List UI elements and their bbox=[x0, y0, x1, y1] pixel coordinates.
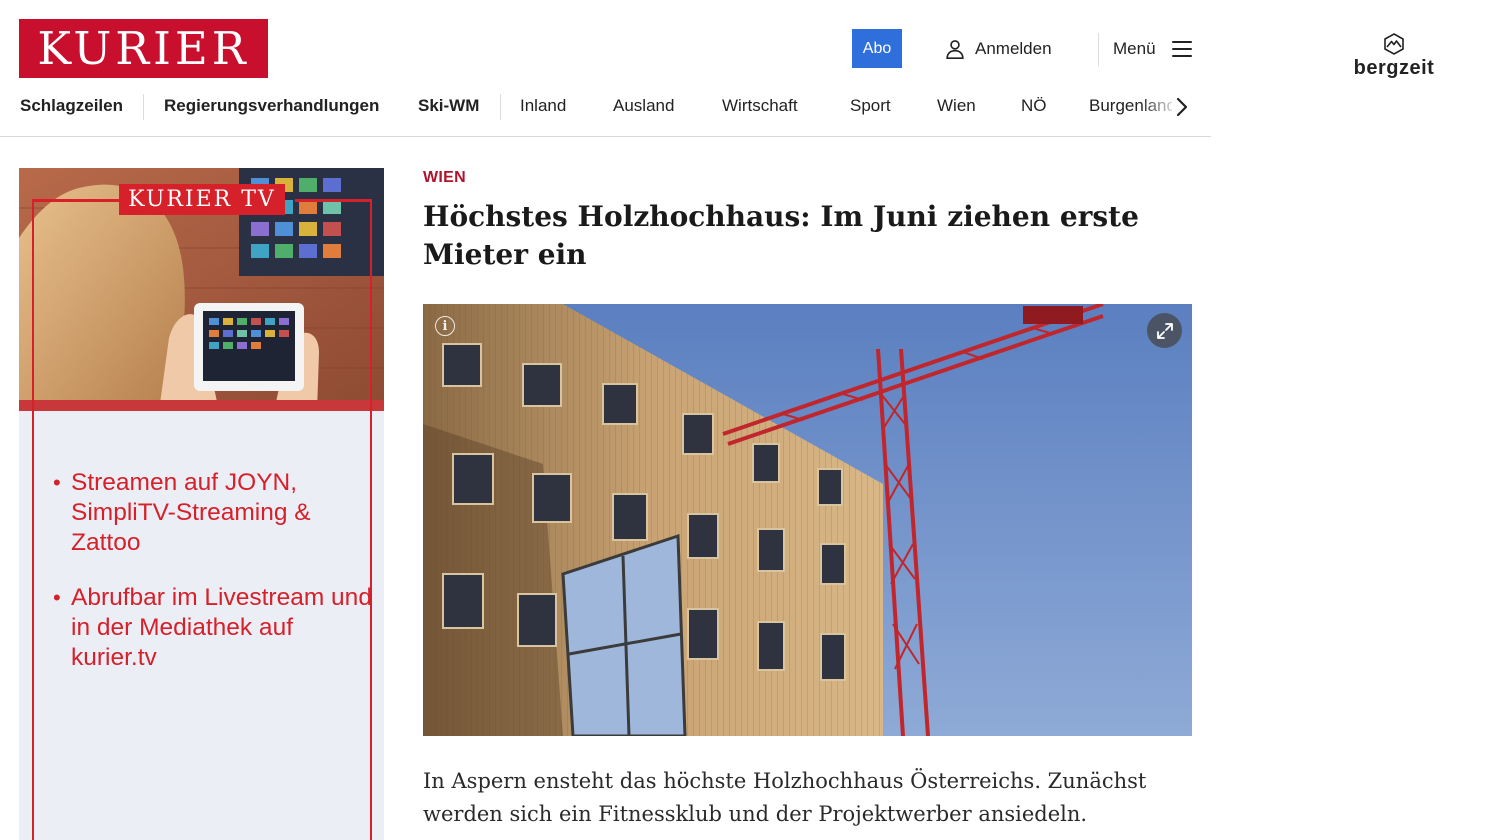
bergzeit-logo[interactable]: bergzeit bbox=[1349, 32, 1439, 80]
ad-frame-top bbox=[295, 199, 372, 202]
nav-item-ausland[interactable]: Ausland bbox=[613, 96, 674, 116]
article-lead: In Aspern ensteht das höchste Holzhochha… bbox=[423, 769, 1147, 826]
bergzeit-name: bergzeit bbox=[1353, 57, 1435, 79]
article-category[interactable]: WIEN bbox=[423, 169, 466, 187]
login-label: Anmelden bbox=[975, 39, 1052, 58]
article-hero-image[interactable]: i bbox=[423, 304, 1192, 736]
ad-bullet-mediathek: Abrufbar im Livestream und in der Mediat… bbox=[53, 583, 373, 673]
article-headline: Höchstes Holzhochhaus: Im Juni ziehen er… bbox=[423, 200, 1139, 271]
nav-item-regierungsverhandlungen[interactable]: Regierungsverhandlungen bbox=[164, 96, 379, 116]
ad-frame-top bbox=[32, 199, 122, 202]
kurier-logo[interactable]: KURIER bbox=[19, 19, 268, 78]
nav-item-sport[interactable]: Sport bbox=[850, 96, 891, 116]
kurier-tv-badge: KURIER TV bbox=[119, 184, 285, 215]
hamburger-icon bbox=[1171, 41, 1192, 57]
nav-item-inland[interactable]: Inland bbox=[520, 96, 566, 116]
login-button[interactable]: Anmelden bbox=[944, 36, 1052, 62]
ad-bullet-list: Streamen auf JOYN, SimpliTV-Streaming & … bbox=[53, 468, 373, 698]
nav-divider bbox=[500, 94, 501, 120]
nav-divider bbox=[143, 94, 144, 120]
nav-item-wien[interactable]: Wien bbox=[937, 96, 976, 116]
site-header: KURIER Abo Anmelden Menü Schlagzeilen Re… bbox=[0, 0, 1211, 137]
nav-item-noe[interactable]: NÖ bbox=[1021, 96, 1047, 116]
chevron-right-icon[interactable] bbox=[1172, 96, 1192, 118]
header-divider bbox=[1098, 33, 1099, 66]
kurier-tv-ad[interactable]: KURIER TV Streamen auf JOYN, SimpliTV-St… bbox=[19, 168, 384, 840]
ad-bullet-streaming: Streamen auf JOYN, SimpliTV-Streaming & … bbox=[53, 468, 373, 558]
expand-icon[interactable] bbox=[1147, 313, 1182, 348]
info-icon[interactable]: i bbox=[435, 316, 455, 336]
menu-label: Menü bbox=[1113, 39, 1156, 58]
nav-item-schlagzeilen[interactable]: Schlagzeilen bbox=[20, 96, 123, 116]
menu-button[interactable]: Menü bbox=[1113, 36, 1192, 62]
nav-item-ski-wm[interactable]: Ski-WM bbox=[418, 96, 479, 116]
building-crane-photo bbox=[423, 304, 1192, 736]
mountain-icon bbox=[1384, 33, 1404, 55]
section-nav: Schlagzeilen Regierungsverhandlungen Ski… bbox=[0, 90, 1211, 124]
user-icon bbox=[946, 40, 964, 59]
logo-text: KURIER bbox=[37, 22, 250, 75]
abo-button[interactable]: Abo bbox=[852, 29, 902, 68]
nav-item-wirtschaft[interactable]: Wirtschaft bbox=[722, 96, 798, 116]
